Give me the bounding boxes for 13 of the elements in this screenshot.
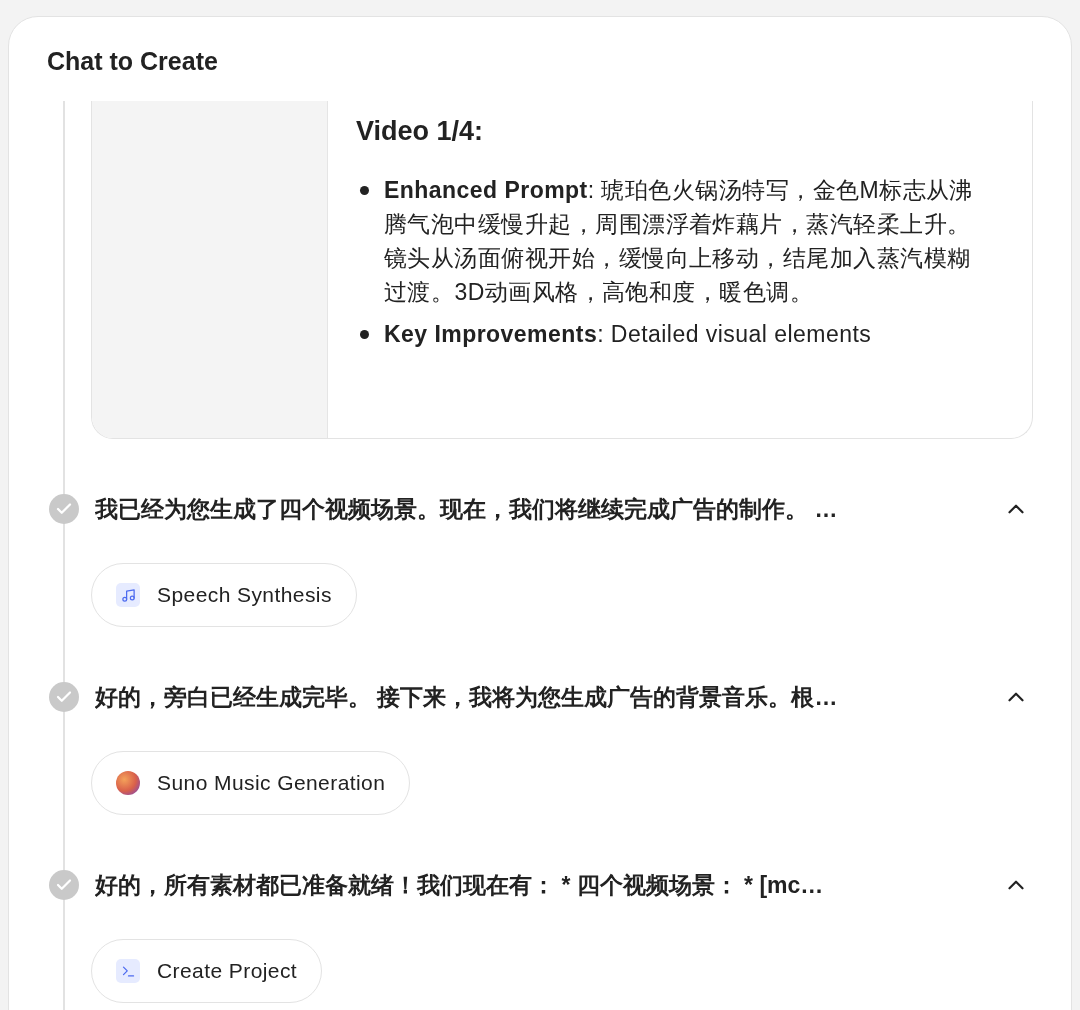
step-message: 我已经为您生成了四个视频场景。现在，我们将继续完成广告的制作。 … (95, 494, 839, 524)
terminal-icon (116, 959, 140, 983)
tool-chip[interactable]: Suno Music Generation (91, 751, 411, 815)
video-heading: Video 1/4: (356, 115, 485, 148)
tool-chip[interactable]: Create Project (91, 939, 323, 1003)
bullet-text: Key Improvements: Detailed visual elements (384, 320, 872, 349)
gradient-circle-icon (116, 771, 140, 795)
panel-title: Chat to Create (46, 46, 219, 77)
bullet-text: Enhanced Prompt: 琥珀色火锅汤特写，金色M标志从沸腾气泡中缓慢升起，周围漂浮着炸藕片，蒸汽轻柔上升。镜头从汤面俯视开始，缓慢向上移动，结尾加入蒸汽模糊过渡。3D动画风格，高饱和度，暖色调。 (384, 176, 974, 307)
music-note-icon (116, 583, 140, 607)
tool-chip[interactable]: Speech Synthesis (91, 563, 357, 627)
step-message: 好的，所有素材都已准备就绪！我们现在有： * 四个视频场景： * [mc… (95, 870, 825, 900)
step-message: 好的，旁白已经生成完毕。 接下来，我将为您生成广告的背景音乐。根… (95, 682, 839, 712)
